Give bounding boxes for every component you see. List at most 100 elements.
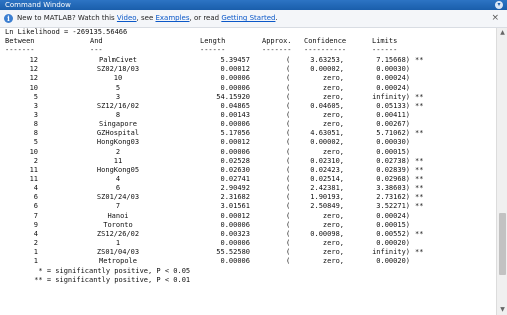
examples-link[interactable]: Examples (155, 14, 189, 22)
cell-high: 0.00030) (376, 65, 410, 74)
banner-sep2: , or read (189, 14, 222, 22)
cell-between: 9 (33, 220, 38, 229)
cell-sig: ** (415, 174, 424, 183)
footnote-line: ** = significantly positive, P < 0.01 (0, 276, 496, 285)
cell-high: 0.00024) (376, 83, 410, 92)
cell-between: 1 (33, 257, 38, 266)
table-row: 9 Toronto 0.00006(zero, 0.00015) (0, 221, 496, 230)
vertical-scrollbar[interactable]: ▲ ▼ (496, 28, 507, 315)
table-row: 4 ZS12/26/02 0.00323(0.00098, 0.00552) ** (0, 230, 496, 239)
cell-length: 54.15920 (216, 92, 250, 101)
cell-and: 5 (115, 83, 121, 92)
getting-started-link[interactable]: Getting Started (221, 14, 275, 22)
cell-length: 0.00006 (220, 220, 250, 229)
cell-between: 5 (33, 92, 38, 101)
cell-and: SZ01/24/03 (96, 193, 140, 202)
cell-between: 8 (33, 129, 38, 138)
rule-between: ------- (5, 46, 35, 54)
footnote-text: ** = significantly positive, P < 0.01 (30, 275, 191, 284)
table-row: 12 PalmCivet 5.39457(3.63253, 7.15668) ** (0, 56, 496, 65)
cell-sig: ** (415, 184, 424, 193)
cell-between: 4 (33, 229, 38, 238)
cell-high: 0.05133) (376, 101, 410, 110)
cell-and: 1 (115, 239, 121, 247)
table-row: 8 GZHospital 5.17056(4.63051, 5.71062) ** (0, 129, 496, 138)
cell-sig: ** (415, 193, 424, 202)
cell-and: HongKong03 (96, 138, 140, 147)
cell-and: 7 (115, 202, 121, 211)
cell-between: 10 (29, 83, 38, 92)
cell-and: 4 (115, 174, 121, 183)
cell-sig: ** (415, 202, 424, 211)
cell-sig: ** (415, 101, 424, 110)
cell-and: 2 (115, 147, 121, 156)
cell-sig: ** (415, 129, 424, 138)
chevron-down-icon[interactable]: ▾ (495, 1, 503, 9)
table-row: 11 HongKong05 0.02630(0.02423, 0.02839) ** (0, 166, 496, 175)
cell-and: PalmCivet (99, 56, 137, 64)
cell-length: 2.31682 (220, 193, 250, 202)
table-row: 12 SZ02/18/03 0.00012(0.00002, 0.00030) (0, 65, 496, 74)
cell-length: 0.00012 (220, 211, 250, 220)
header-length: Length (200, 37, 226, 45)
cell-high: 7.15668) (376, 56, 410, 64)
cell-between: 12 (29, 74, 38, 83)
info-icon: i (4, 14, 13, 23)
cell-length: 0.00006 (220, 120, 250, 128)
cell-high: 0.00552) (376, 229, 410, 238)
cell-and: HongKong05 (96, 165, 140, 174)
cell-high: 0.02738) (376, 156, 410, 165)
rule-length: ------ (200, 46, 226, 54)
cell-high: 0.00411) (376, 110, 410, 119)
cell-between: 11 (29, 165, 38, 174)
cell-and: SZ02/18/03 (96, 65, 140, 74)
video-link[interactable]: Video (117, 14, 137, 22)
banner-suffix: . (275, 14, 278, 22)
header-limits: Limits (372, 37, 398, 45)
header-and: And (90, 37, 103, 45)
cell-between: 2 (33, 156, 38, 165)
cell-between: 12 (29, 56, 38, 64)
cell-high: infinity) (372, 248, 410, 257)
cell-length: 0.00006 (220, 83, 250, 92)
header-approx: Approx. (262, 37, 292, 45)
cell-and: Hanoi (107, 211, 129, 220)
cell-between: 6 (33, 193, 38, 202)
rule-and: --- (90, 46, 103, 54)
scroll-down-arrow-icon[interactable]: ▼ (497, 305, 507, 315)
cell-between: 1 (33, 248, 38, 257)
command-output[interactable]: Ln Likelihood = -269135.56466 Between An… (0, 28, 496, 315)
cell-high: 0.02839) (376, 165, 410, 174)
cell-between: 3 (33, 101, 38, 110)
cell-and: 3 (115, 92, 121, 101)
banner-prefix: New to MATLAB? Watch this (17, 14, 117, 22)
cell-high: 3.38603) (376, 184, 410, 193)
cell-high: 0.00024) (376, 211, 410, 220)
header-row: Between And Length Approx. Confidence Li… (0, 37, 496, 46)
likelihood-text: Ln Likelihood = -269135.56466 (5, 28, 128, 36)
close-icon[interactable]: × (491, 10, 499, 27)
table-row: 3 8 0.00143(zero, 0.00411) (0, 111, 496, 120)
footnote-line: * = significantly positive, P < 0.05 (0, 267, 496, 276)
banner-text: New to MATLAB? Watch this Video, see Exa… (17, 10, 278, 27)
cell-length: 0.00143 (220, 110, 250, 119)
cell-length: 3.01561 (220, 202, 250, 211)
table-row: 1 ZS01/04/03 55.52580(zero, infinity) ** (0, 248, 496, 257)
rule-limits: ------ (372, 46, 398, 54)
scroll-thumb[interactable] (499, 213, 506, 275)
cell-and: ZS12/26/02 (96, 229, 140, 238)
cell-and: Singapore (99, 120, 137, 128)
table-row: 5 HongKong03 0.00012(0.00002, 0.00030) (0, 138, 496, 147)
cell-length: 0.00012 (220, 65, 250, 74)
rule-approx: ------- (262, 46, 292, 54)
scroll-up-arrow-icon[interactable]: ▲ (497, 28, 507, 38)
cell-length: 0.00006 (220, 147, 250, 156)
cell-and: SZ12/16/02 (96, 101, 140, 110)
table-row: 4 6 2.90492(2.42381, 3.38603) ** (0, 184, 496, 193)
cell-and: 8 (115, 110, 121, 119)
rule-confidence: ---------- (304, 46, 347, 54)
table-row: 12 10 0.00006(zero, 0.00024) (0, 74, 496, 83)
table-row: 3 SZ12/16/02 0.04865(0.04605, 0.05133) ** (0, 102, 496, 111)
window-title: Command Window (5, 1, 71, 9)
cell-between: 10 (29, 147, 38, 156)
